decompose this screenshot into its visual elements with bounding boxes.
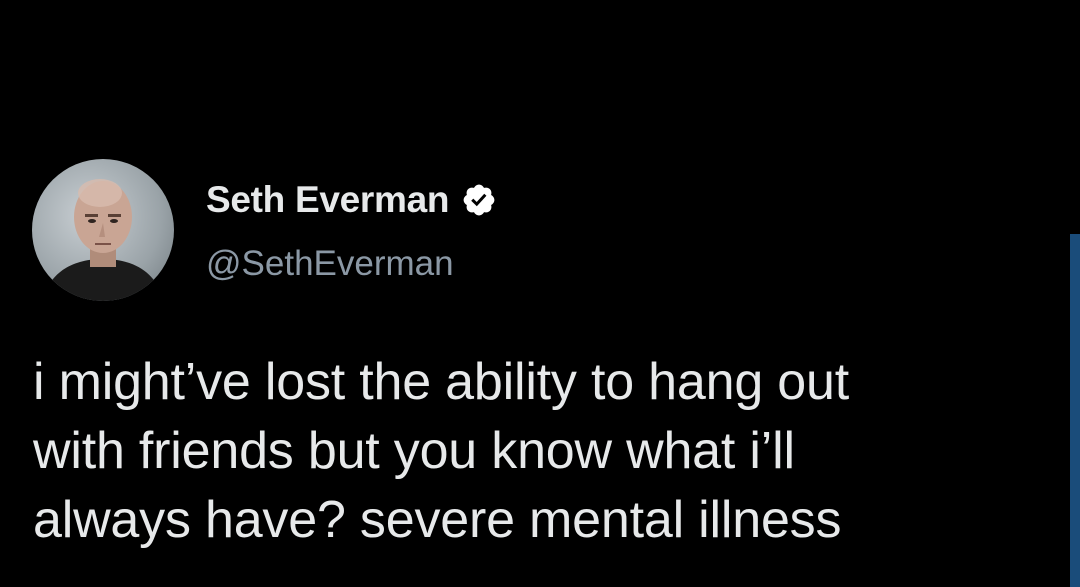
tweet-card: Seth Everman @SethEverman i might’ve los… <box>0 0 1080 587</box>
tweet-text: i might’ve lost the ability to hang out … <box>33 348 1033 555</box>
tweet-text-line: always have? severe mental illness <box>33 491 842 549</box>
name-row: Seth Everman <box>206 176 497 224</box>
tweet-text-line: i might’ve lost the ability to hang out <box>33 353 849 411</box>
display-name[interactable]: Seth Everman <box>206 179 449 221</box>
edge-accent-bar <box>1070 234 1080 587</box>
author-block: Seth Everman @SethEverman <box>206 176 497 284</box>
avatar-portrait-icon <box>42 179 164 301</box>
user-handle[interactable]: @SethEverman <box>206 244 497 284</box>
avatar[interactable] <box>32 159 174 301</box>
verified-badge-icon <box>461 182 497 218</box>
tweet-text-line: with friends but you know what i’ll <box>33 422 795 480</box>
